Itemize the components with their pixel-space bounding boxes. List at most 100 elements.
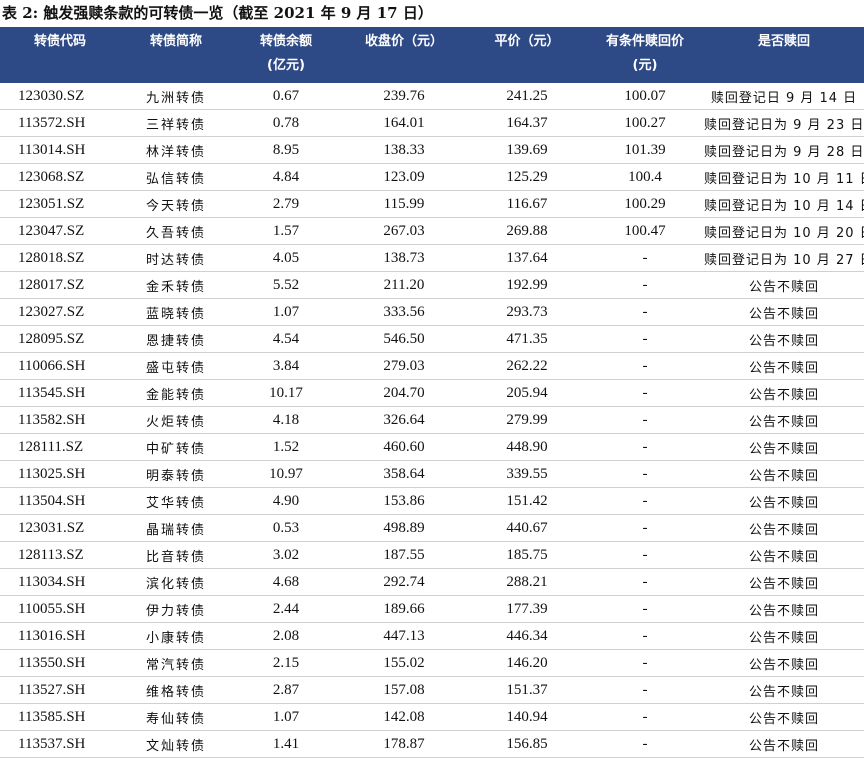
cell-parity: 151.42 — [468, 487, 586, 515]
cell-parity: 156.85 — [468, 730, 586, 758]
header-text: 平价（元） — [494, 34, 560, 49]
cell-balance: 1.52 — [232, 433, 340, 461]
cell-close-price: 153.86 — [340, 487, 468, 515]
cell-close-price: 211.20 — [340, 271, 468, 299]
cell-balance: 3.84 — [232, 352, 340, 380]
cell-bond-code: 123027.SZ — [0, 298, 120, 326]
cell-bond-name: 晶瑞转债 — [120, 514, 232, 542]
table-row: 113585.SH 寿仙转债 1.07 142.08 140.94- 公告不赎回 — [0, 703, 864, 731]
cell-close-price: 138.73 — [340, 244, 468, 272]
cell-redeem-status: 公告不赎回 — [704, 649, 864, 677]
header-balance: 转债余额 (亿元) — [232, 27, 340, 83]
table-row: 110066.SH 盛屯转债 3.84 279.03 262.22- 公告不赎回 — [0, 352, 864, 380]
cell-parity: 339.55 — [468, 460, 586, 488]
cell-parity: 192.99 — [468, 271, 586, 299]
cell-redeem-status: 公告不赎回 — [704, 730, 864, 758]
cell-parity: 116.67 — [468, 190, 586, 218]
cell-close-price: 267.03 — [340, 217, 468, 245]
cell-close-price: 279.03 — [340, 352, 468, 380]
cell-call-price: 101.39 — [586, 136, 704, 164]
cell-close-price: 447.13 — [340, 622, 468, 650]
cell-close-price: 292.74 — [340, 568, 468, 596]
cell-bond-name: 维格转债 — [120, 676, 232, 704]
cell-call-price: 100.29 — [586, 190, 704, 218]
cell-redeem-status: 公告不赎回 — [704, 541, 864, 569]
cell-close-price: 204.70 — [340, 379, 468, 407]
cell-balance: 1.57 — [232, 217, 340, 245]
cell-close-price: 546.50 — [340, 325, 468, 353]
cell-balance: 2.44 — [232, 595, 340, 623]
cell-call-price: 100.47 — [586, 217, 704, 245]
cell-call-price: 100.27 — [586, 109, 704, 137]
cell-bond-name: 三祥转债 — [120, 109, 232, 137]
cell-close-price: 138.33 — [340, 136, 468, 164]
cell-bond-name: 比音转债 — [120, 541, 232, 569]
cell-redeem-status: 公告不赎回 — [704, 514, 864, 542]
cell-bond-code: 113025.SH — [0, 460, 120, 488]
cell-call-price: 100.07 — [586, 83, 704, 110]
cell-bond-name: 蓝晓转债 — [120, 298, 232, 326]
table-row: 113034.SH 滨化转债 4.68 292.74 288.21- 公告不赎回 — [0, 568, 864, 596]
cell-bond-code: 113527.SH — [0, 676, 120, 704]
cell-bond-name: 恩捷转债 — [120, 325, 232, 353]
cell-close-price: 498.89 — [340, 514, 468, 542]
cell-parity: 471.35 — [468, 325, 586, 353]
cell-redeem-status: 公告不赎回 — [704, 298, 864, 326]
cell-close-price: 333.56 — [340, 298, 468, 326]
cell-call-price: - — [586, 730, 704, 758]
cell-parity: 262.22 — [468, 352, 586, 380]
cell-bond-code: 113545.SH — [0, 379, 120, 407]
cell-bond-name: 寿仙转债 — [120, 703, 232, 731]
cell-bond-code: 123047.SZ — [0, 217, 120, 245]
cell-balance: 4.68 — [232, 568, 340, 596]
cell-bond-code: 128017.SZ — [0, 271, 120, 299]
table-row: 113014.SH 林洋转债 8.95 138.33 139.69 101.39 赎回登记日… — [0, 136, 864, 164]
cell-bond-name: 金能转债 — [120, 379, 232, 407]
cell-call-price: - — [586, 622, 704, 650]
table-row: 123068.SZ 弘信转债 4.84 123.09 125.29 100.4 赎回登记日为… — [0, 163, 864, 191]
cell-balance: 1.07 — [232, 703, 340, 731]
header-row: 转债代码 转债简称 转债余额 (亿元) 收盘价（元） 平价（元） 有条件赎回价 (元) 是否赎回 — [0, 27, 864, 83]
cell-parity: 164.37 — [468, 109, 586, 137]
cell-redeem-status: 公告不赎回 — [704, 325, 864, 353]
cell-call-price: - — [586, 487, 704, 515]
cell-call-price: - — [586, 514, 704, 542]
cell-close-price: 142.08 — [340, 703, 468, 731]
cell-redeem-status: 赎回登记日为 9 月 28 日 — [704, 136, 864, 164]
cell-bond-name: 金禾转债 — [120, 271, 232, 299]
cell-parity: 185.75 — [468, 541, 586, 569]
cell-redeem-status: 公告不赎回 — [704, 352, 864, 380]
cell-call-price: - — [586, 433, 704, 461]
table-row: 128111.SZ 中矿转债 1.52 460.60 448.90- 公告不赎回 — [0, 433, 864, 461]
cell-bond-code: 123030.SZ — [0, 83, 120, 110]
table-row: 113016.SH 小康转债 2.08 447.13 446.34- 公告不赎回 — [0, 622, 864, 650]
table-row: 128017.SZ 金禾转债 5.52 211.20 192.99- 公告不赎回 — [0, 271, 864, 299]
convertible-bond-table: 转债代码 转债简称 转债余额 (亿元) 收盘价（元） 平价（元） 有条件赎回价 (元) 是否赎回… — [0, 27, 864, 758]
table-row: 123047.SZ 久吾转债 1.57 267.03 269.88 100.47 赎回登记日… — [0, 217, 864, 245]
cell-bond-name: 久吾转债 — [120, 217, 232, 245]
cell-bond-code: 113034.SH — [0, 568, 120, 596]
cell-parity: 269.88 — [468, 217, 586, 245]
cell-parity: 140.94 — [468, 703, 586, 731]
cell-bond-code: 128111.SZ — [0, 433, 120, 461]
cell-close-price: 157.08 — [340, 676, 468, 704]
cell-balance: 0.78 — [232, 109, 340, 137]
table-row: 128113.SZ 比音转债 3.02 187.55 185.75- 公告不赎回 — [0, 541, 864, 569]
cell-bond-name: 伊力转债 — [120, 595, 232, 623]
cell-close-price: 164.01 — [340, 109, 468, 137]
cell-redeem-status: 赎回登记日为 10 月 11 日 — [704, 163, 864, 191]
header-text: 是否赎回 — [757, 34, 810, 49]
cell-bond-name: 九洲转债 — [120, 83, 232, 110]
cell-call-price: - — [586, 460, 704, 488]
table-row: 128018.SZ 时达转债 4.05 138.73 137.64- 赎回登记日为 10 … — [0, 244, 864, 272]
cell-close-price: 178.87 — [340, 730, 468, 758]
table-header: 转债代码 转债简称 转债余额 (亿元) 收盘价（元） 平价（元） 有条件赎回价 (元) 是否赎回 — [0, 27, 864, 83]
cell-balance: 4.05 — [232, 244, 340, 272]
cell-bond-code: 113550.SH — [0, 649, 120, 677]
cell-balance: 8.95 — [232, 136, 340, 164]
table-row: 113504.SH 艾华转债 4.90 153.86 151.42- 公告不赎回 — [0, 487, 864, 515]
header-text: 转债余额 — [259, 34, 312, 49]
table-row: 113527.SH 维格转债 2.87 157.08 151.37- 公告不赎回 — [0, 676, 864, 704]
table-row: 113572.SH 三祥转债 0.78 164.01 164.37 100.27 赎回登记日… — [0, 109, 864, 137]
cell-redeem-status: 赎回登记日为 9 月 23 日 — [704, 109, 864, 137]
